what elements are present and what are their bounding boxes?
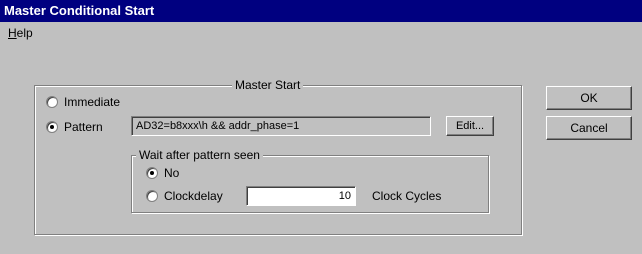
immediate-radio[interactable] <box>46 96 58 108</box>
ok-button[interactable]: OK <box>546 86 632 110</box>
master-start-group-label: Master Start <box>232 78 304 92</box>
clockdelay-label: Clockdelay <box>164 189 223 203</box>
wait-group-label: Wait after pattern seen <box>136 148 263 162</box>
clockdelay-field[interactable]: 10 <box>246 186 356 206</box>
cancel-button[interactable]: Cancel <box>546 116 632 140</box>
window-title: Master Conditional Start <box>4 3 155 18</box>
clockdelay-radio[interactable] <box>146 190 158 202</box>
menu-help[interactable]: Help <box>8 22 33 44</box>
cancel-button-label: Cancel <box>570 121 608 135</box>
immediate-label: Immediate <box>64 95 121 109</box>
menu-help-rest: elp <box>16 26 33 40</box>
immediate-radio-row[interactable]: Immediate <box>46 95 120 109</box>
pattern-label: Pattern <box>64 120 103 134</box>
edit-button-label: Edit... <box>455 120 485 132</box>
menu-help-mnemonic: H <box>8 26 17 40</box>
pattern-radio[interactable] <box>46 121 58 133</box>
edit-button[interactable]: Edit... <box>446 116 494 136</box>
window-title-bar: Master Conditional Start <box>0 0 642 22</box>
pattern-radio-row[interactable]: Pattern <box>46 120 103 134</box>
clock-cycles-label: Clock Cycles <box>372 189 442 203</box>
no-radio[interactable] <box>146 167 158 179</box>
ok-button-label: OK <box>580 91 598 105</box>
clockdelay-radio-row[interactable]: Clockdelay <box>146 189 223 203</box>
no-label: No <box>164 166 180 180</box>
menu-bar: Help <box>0 22 642 44</box>
pattern-field[interactable]: AD32=b8xxx\h && addr_phase=1 <box>131 116 431 136</box>
no-radio-row[interactable]: No <box>146 166 179 180</box>
